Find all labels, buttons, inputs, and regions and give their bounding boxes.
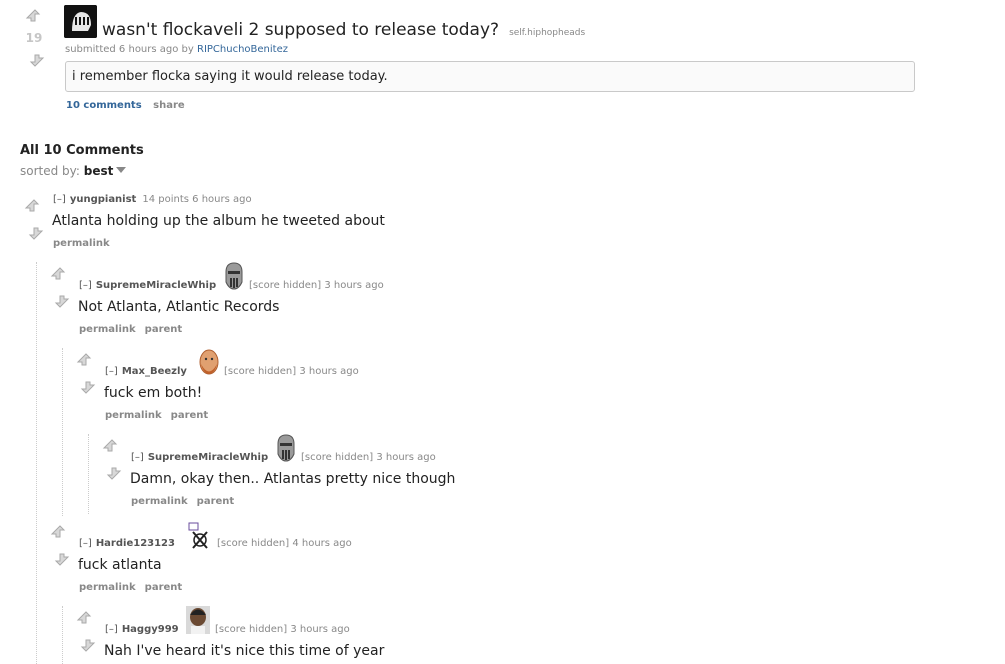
mf-doom-mask-flair-icon <box>223 262 245 290</box>
permalink-link[interactable]: permalink <box>79 324 136 335</box>
parent-link[interactable]: parent <box>145 582 183 593</box>
comment-tagline: [–] SupremeMiracleWhip <box>79 280 216 291</box>
comment-body: Nah I've heard it's nice this time of ye… <box>104 643 385 659</box>
comment-downvote-arrow-icon[interactable] <box>79 378 97 396</box>
bearded-face-flair-icon <box>198 349 220 375</box>
parent-link[interactable]: parent <box>145 324 183 335</box>
comment-tagline: [–] Hardie123123 <box>79 538 175 549</box>
sort-menu[interactable]: sorted by: best <box>20 164 127 178</box>
comment-score: [score hidden] <box>215 624 288 635</box>
comment-body: fuck atlanta <box>78 557 162 573</box>
permalink-link[interactable]: permalink <box>131 496 188 507</box>
permalink-link[interactable]: permalink <box>105 410 162 421</box>
parent-link[interactable]: parent <box>197 496 235 507</box>
collapse-toggle[interactable]: [–] <box>131 452 144 463</box>
comment-body: fuck em both! <box>104 385 203 401</box>
comment-meta: [score hidden] 3 hours ago <box>215 624 350 635</box>
comment-time: 3 hours ago <box>324 280 384 291</box>
comment-score: [score hidden] <box>301 452 374 463</box>
comment-buttons: permalink parent <box>131 496 243 507</box>
sort-label: sorted by: <box>20 164 80 178</box>
comment-author-link[interactable]: Hardie123123 <box>96 538 175 549</box>
post-title-text[interactable]: wasn't flockaveli 2 supposed to release … <box>102 20 499 40</box>
comment-score: [score hidden] <box>224 366 297 377</box>
comment-author-link[interactable]: Max_Beezly <box>122 366 187 377</box>
thread-indent-line <box>62 606 63 664</box>
comment-upvote-arrow-icon[interactable] <box>23 197 41 215</box>
comment-upvote-arrow-icon[interactable] <box>75 351 93 369</box>
comment-tagline: [–] Haggy999 <box>105 624 179 635</box>
share-link[interactable]: share <box>153 100 185 111</box>
comment-tagline: [–] SupremeMiracleWhip <box>131 452 268 463</box>
comment-buttons: permalink parent <box>79 324 191 335</box>
post-thumbnail[interactable] <box>64 5 97 38</box>
comment-upvote-arrow-icon[interactable] <box>75 609 93 627</box>
collapse-toggle[interactable]: [–] <box>105 366 118 377</box>
comment-time: 3 hours ago <box>299 366 359 377</box>
comment-upvote-arrow-icon[interactable] <box>101 437 119 455</box>
collapse-toggle[interactable]: [–] <box>105 624 118 635</box>
comment-author-link[interactable]: SupremeMiracleWhip <box>96 280 216 291</box>
comment-downvote-arrow-icon[interactable] <box>105 464 123 482</box>
comment-buttons: permalink <box>53 238 119 249</box>
comment-author-link[interactable]: Haggy999 <box>122 624 179 635</box>
post-tagline: submitted 6 hours ago by RIPChuchoBenite… <box>65 44 288 55</box>
post-upvote-arrow-icon[interactable] <box>24 7 42 25</box>
comment-downvote-arrow-icon[interactable] <box>53 292 71 310</box>
post-tagline-prefix: submitted 6 hours ago by <box>65 44 194 55</box>
comment-buttons: permalink parent <box>105 410 217 421</box>
collapse-toggle[interactable]: [–] <box>79 538 92 549</box>
collapse-toggle[interactable]: [–] <box>79 280 92 291</box>
dropdown-caret-icon[interactable] <box>116 167 127 173</box>
child-face-flair-icon <box>186 606 210 634</box>
sort-value[interactable]: best <box>84 164 114 178</box>
comment-meta: [score hidden] 3 hours ago <box>224 366 359 377</box>
post-domain[interactable]: self.hiphopheads <box>509 28 585 38</box>
comment-time: 3 hours ago <box>290 624 350 635</box>
mf-doom-mask-flair-icon <box>275 434 297 462</box>
parent-link[interactable]: parent <box>171 410 209 421</box>
comment-meta: [score hidden] 3 hours ago <box>249 280 384 291</box>
comment-downvote-arrow-icon[interactable] <box>53 550 71 568</box>
comment-upvote-arrow-icon[interactable] <box>49 523 67 541</box>
comment-time: 3 hours ago <box>376 452 436 463</box>
comment-tagline: [–] Max_Beezly <box>105 366 187 377</box>
post-buttons: 10 comments share <box>66 100 185 111</box>
post-selftext: i remember flocka saying it would releas… <box>72 69 388 84</box>
comment-buttons: permalink parent <box>79 582 191 593</box>
comment-body: Not Atlanta, Atlantic Records <box>78 299 280 315</box>
comments-link[interactable]: 10 comments <box>66 100 142 111</box>
post-author-link[interactable]: RIPChuchoBenitez <box>197 44 288 55</box>
ovo-owl-flair-icon <box>188 522 210 549</box>
comment-body: Damn, okay then.. Atlantas pretty nice t… <box>130 471 456 487</box>
comment-score: [score hidden] <box>249 280 322 291</box>
comment-author-link[interactable]: yungpianist <box>70 194 137 205</box>
collapse-toggle[interactable]: [–] <box>53 194 66 205</box>
permalink-link[interactable]: permalink <box>79 582 136 593</box>
comment-tagline: [–] yungpianist 14 points 6 hours ago <box>53 194 252 205</box>
thread-indent-line <box>36 262 37 664</box>
comment-meta: [score hidden] 3 hours ago <box>301 452 436 463</box>
post-selftext-box: i remember flocka saying it would releas… <box>65 61 915 92</box>
comment-score: [score hidden] <box>217 538 290 549</box>
comments-header-title: All 10 Comments <box>20 143 144 158</box>
comment-meta: [score hidden] 4 hours ago <box>217 538 352 549</box>
comment-body: Atlanta holding up the album he tweeted … <box>52 213 385 229</box>
post-downvote-arrow-icon[interactable] <box>28 51 46 69</box>
comment-time: 4 hours ago <box>292 538 352 549</box>
comment-score: 14 points <box>142 194 189 205</box>
comment-downvote-arrow-icon[interactable] <box>27 224 45 242</box>
comment-author-link[interactable]: SupremeMiracleWhip <box>148 452 268 463</box>
comment-upvote-arrow-icon[interactable] <box>49 265 67 283</box>
thread-indent-line <box>62 348 63 516</box>
thread-indent-line <box>88 434 89 514</box>
post-score: 19 <box>25 31 43 45</box>
permalink-link[interactable]: permalink <box>53 238 110 249</box>
comment-downvote-arrow-icon[interactable] <box>79 636 97 654</box>
comment-time: 6 hours ago <box>192 194 252 205</box>
post-title[interactable]: wasn't flockaveli 2 supposed to release … <box>102 20 585 40</box>
